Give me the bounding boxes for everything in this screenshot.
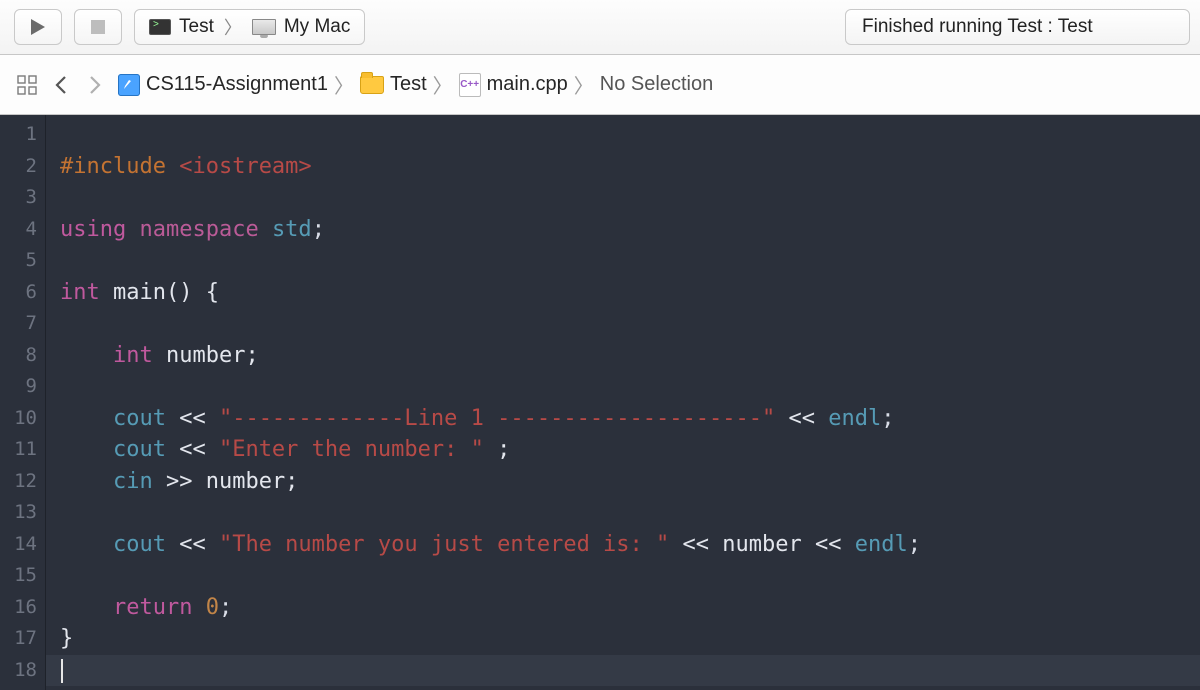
code-line[interactable]: int main() { — [60, 277, 1200, 309]
chevron-right-icon — [88, 75, 102, 95]
line-number: 11 — [0, 434, 45, 466]
chevron-right-icon: 〉 — [224, 14, 242, 40]
code-line[interactable] — [60, 655, 1200, 687]
line-number: 8 — [0, 340, 45, 372]
nav-back-button[interactable] — [46, 70, 76, 100]
code-area[interactable]: #include <iostream> using namespace std; i… — [46, 115, 1200, 690]
jump-bar: CS115-Assignment1 〉 Test 〉 C++ main.cpp … — [0, 55, 1200, 115]
code-line[interactable]: cout << "The number you just entered is:… — [60, 529, 1200, 561]
line-number: 10 — [0, 403, 45, 435]
breadcrumb: CS115-Assignment1 〉 Test 〉 C++ main.cpp … — [118, 70, 713, 99]
stop-button[interactable] — [74, 9, 122, 45]
mac-device-icon — [252, 19, 276, 35]
code-line[interactable]: cout << "-------------Line 1 -----------… — [60, 403, 1200, 435]
code-line[interactable] — [60, 182, 1200, 214]
code-line[interactable] — [60, 371, 1200, 403]
line-number-gutter: 123456789101112131415161718 — [0, 115, 46, 690]
line-number: 18 — [0, 655, 45, 687]
breadcrumb-selection[interactable]: No Selection — [600, 73, 713, 96]
status-bar: Finished running Test : Test — [845, 9, 1190, 45]
breadcrumb-folder[interactable]: Test — [390, 73, 427, 96]
line-number: 14 — [0, 529, 45, 561]
toolbar: Test 〉 My Mac Finished running Test : Te… — [0, 0, 1200, 55]
line-number: 13 — [0, 497, 45, 529]
code-line[interactable] — [60, 308, 1200, 340]
line-number: 4 — [0, 214, 45, 246]
grid-icon — [17, 75, 37, 95]
code-line[interactable] — [60, 560, 1200, 592]
scheme-name: Test — [179, 16, 214, 38]
line-number: 17 — [0, 623, 45, 655]
code-line[interactable]: using namespace std; — [60, 214, 1200, 246]
line-number: 7 — [0, 308, 45, 340]
folder-icon — [360, 76, 384, 94]
chevron-left-icon — [54, 75, 68, 95]
code-line[interactable]: cout << "Enter the number: " ; — [60, 434, 1200, 466]
breadcrumb-separator: 〉 — [334, 70, 354, 99]
line-number: 6 — [0, 277, 45, 309]
breadcrumb-project[interactable]: CS115-Assignment1 — [146, 73, 328, 96]
code-line[interactable]: int number; — [60, 340, 1200, 372]
line-number: 1 — [0, 119, 45, 151]
breadcrumb-file[interactable]: main.cpp — [487, 73, 568, 96]
code-line[interactable] — [60, 245, 1200, 277]
terminal-icon — [149, 19, 171, 35]
line-number: 2 — [0, 151, 45, 183]
play-icon — [30, 18, 46, 36]
code-line[interactable]: return 0; — [60, 592, 1200, 624]
code-editor[interactable]: 123456789101112131415161718 #include <io… — [0, 115, 1200, 690]
cpp-file-icon: C++ — [459, 73, 481, 97]
line-number: 16 — [0, 592, 45, 624]
code-line[interactable] — [60, 497, 1200, 529]
code-line[interactable]: cin >> number; — [60, 466, 1200, 498]
text-cursor — [61, 659, 63, 683]
scheme-selector[interactable]: Test 〉 My Mac — [134, 9, 365, 45]
status-text: Finished running Test : Test — [862, 16, 1093, 38]
related-items-button[interactable] — [12, 70, 42, 100]
code-line[interactable]: } — [60, 623, 1200, 655]
stop-icon — [91, 20, 105, 34]
breadcrumb-separator: 〉 — [574, 70, 594, 99]
code-line[interactable] — [60, 119, 1200, 151]
line-number: 3 — [0, 182, 45, 214]
scheme-destination: My Mac — [284, 16, 351, 38]
line-number: 5 — [0, 245, 45, 277]
line-number: 9 — [0, 371, 45, 403]
line-number: 12 — [0, 466, 45, 498]
line-number: 15 — [0, 560, 45, 592]
project-icon — [118, 74, 140, 96]
run-button[interactable] — [14, 9, 62, 45]
nav-forward-button[interactable] — [80, 70, 110, 100]
breadcrumb-separator: 〉 — [433, 70, 453, 99]
code-line[interactable]: #include <iostream> — [60, 151, 1200, 183]
